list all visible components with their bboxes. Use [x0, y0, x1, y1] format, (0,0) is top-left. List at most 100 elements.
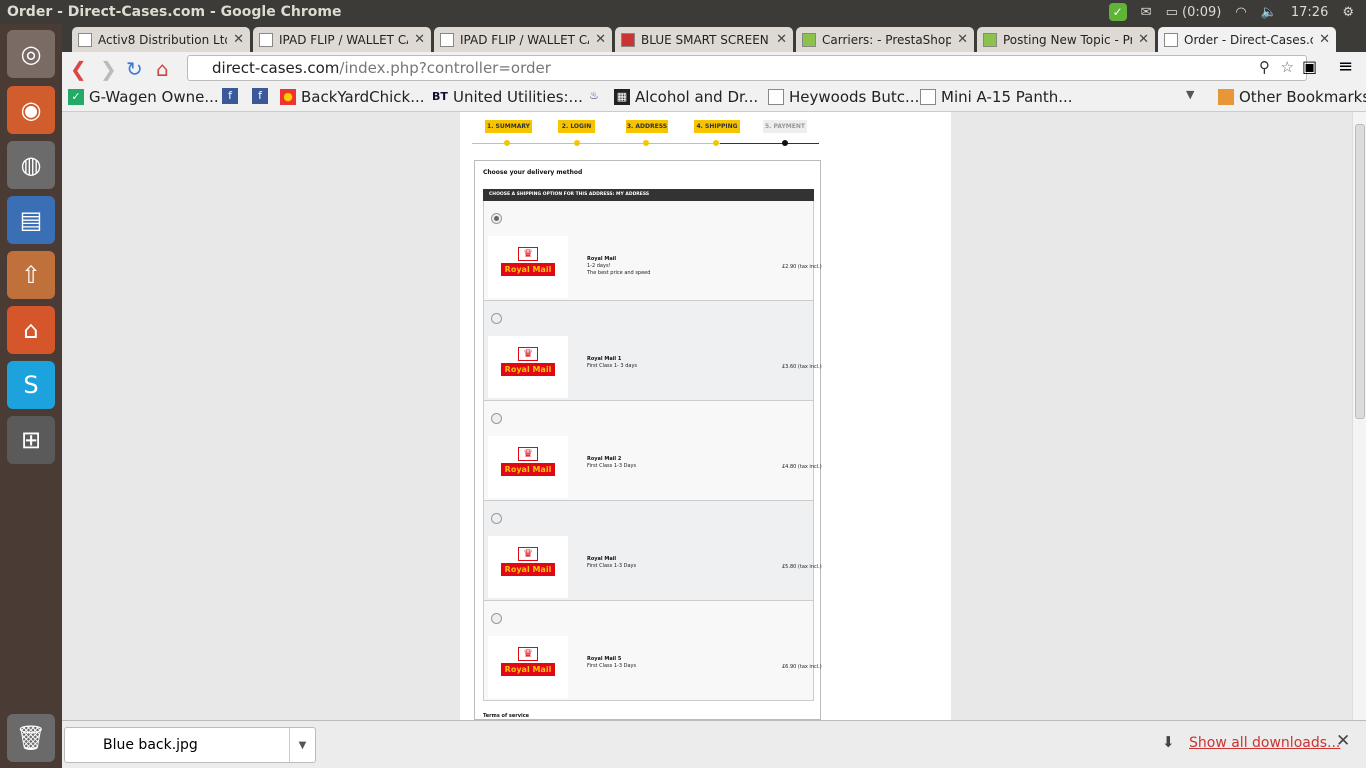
piri-icon: ♨ [589, 89, 599, 102]
page-icon [259, 32, 273, 47]
carrier-description: First Class 1-3 Days [587, 663, 636, 670]
crown-icon: ♛ [518, 647, 538, 661]
gear-icon[interactable]: ⚙ [1342, 5, 1354, 20]
reload-icon[interactable]: ↻ [126, 57, 143, 81]
carrier-delay: First Class 1-3 Days [587, 563, 637, 569]
carrier-name: Royal Mail 1 [587, 356, 622, 362]
carrier-radio[interactable] [491, 513, 502, 524]
tab-blue-smart-screen[interactable]: BLUE SMART SCREEN C ✕ [615, 27, 793, 52]
checkmark-icon: ✓ [68, 89, 84, 105]
chevron-down-icon[interactable]: ▼ [289, 728, 315, 762]
close-icon[interactable]: ✕ [233, 32, 244, 47]
star-icon[interactable]: ☆ [1281, 58, 1294, 76]
carrier-delay: First Class 1-3 Days [587, 463, 637, 469]
back-icon[interactable]: ❮ [70, 57, 87, 81]
page-viewport: 1. SUMMARY 2. LOGIN 3. ADDRESS 4. SHIPPI… [62, 112, 1352, 720]
shipping-option[interactable]: ♛ Royal Mail Royal Mail First Class 1-3 D… [483, 501, 822, 601]
close-icon[interactable]: ✕ [1336, 731, 1350, 751]
forward-icon[interactable]: ❯ [100, 57, 117, 81]
wifi-icon[interactable]: ◠ [1235, 5, 1246, 20]
bookmark-heywoods[interactable]: Heywoods Butc... [768, 88, 919, 106]
bookmark-g-wagen[interactable]: ✓ G-Wagen Owne... [68, 88, 219, 106]
bookmark-mini-a15[interactable]: Mini A-15 Panth... [920, 88, 1073, 106]
download-item[interactable]: Blue back.jpg ▼ [64, 727, 316, 763]
workspace-icon[interactable]: ⊞ [7, 416, 55, 464]
upload-icon[interactable]: ⇧ [7, 251, 55, 299]
shipping-option[interactable]: ♛ Royal Mail Royal Mail 1 First Class 1- … [483, 301, 822, 401]
tab-label: IPAD FLIP / WALLET CA [279, 32, 409, 47]
shipping-option[interactable]: ♛ Royal Mail Royal Mail 2 First Class 1-3… [483, 401, 822, 501]
tab-ipad-flip-2[interactable]: IPAD FLIP / WALLET CA ✕ [434, 27, 612, 52]
show-all-downloads-link[interactable]: Show all downloads... [1189, 735, 1340, 751]
tab-ipad-flip-1[interactable]: IPAD FLIP / WALLET CA ✕ [253, 27, 431, 52]
carrier-radio[interactable] [491, 613, 502, 624]
download-arrow-icon: ⬇ [1162, 733, 1175, 751]
tab-label: IPAD FLIP / WALLET CA [460, 32, 590, 47]
bookmarks-overflow-icon[interactable]: ▼ [1186, 88, 1194, 101]
shipping-option[interactable]: ♛ Royal Mail Royal Mail 5 First Class 1-3… [483, 601, 822, 701]
disc-icon[interactable]: ◍ [7, 141, 55, 189]
vertical-scrollbar[interactable] [1352, 112, 1366, 720]
royal-mail-logo: ♛ Royal Mail [488, 636, 568, 698]
system-top-bar: Order - Direct-Cases.com - Google Chrome… [0, 0, 1366, 24]
chrome-icon[interactable]: ◉ [7, 86, 55, 134]
other-bookmarks[interactable]: Other Bookmarks [1218, 88, 1366, 106]
close-icon[interactable]: ✕ [1319, 32, 1330, 47]
address-bar[interactable]: direct-cases.com/index.php?controller=or… [187, 55, 1307, 81]
search-icon[interactable]: ⚲ [1259, 58, 1270, 76]
launcher: ◎ ◉ ◍ ▤ ⇧ ⌂ S ⊞ 🗑 [0, 24, 62, 768]
volume-icon[interactable]: 🔈 [1261, 5, 1277, 20]
tab-strip: Activ8 Distribution Ltd ✕ IPAD FLIP / WAL… [62, 24, 1366, 52]
close-icon[interactable]: ✕ [957, 32, 968, 47]
carrier-radio[interactable] [491, 313, 502, 324]
close-icon[interactable]: ✕ [595, 32, 606, 47]
extension-icon[interactable]: ▣ [1302, 57, 1317, 76]
window-title: Order - Direct-Cases.com - Google Chrome [7, 4, 342, 20]
menu-icon[interactable]: ≡ [1338, 56, 1353, 77]
carrier-radio[interactable] [491, 213, 502, 224]
bookmark-united-utilities[interactable]: BT United Utilities:... [432, 88, 583, 106]
update-icon[interactable]: ✓ [1108, 3, 1127, 21]
ubuntu-dash-icon[interactable]: ◎ [7, 30, 55, 78]
bookmark-facebook-1[interactable]: f [222, 88, 243, 104]
close-icon[interactable]: ✕ [1138, 32, 1149, 47]
address-path: /index.php?controller=order [339, 59, 551, 77]
tab-order-direct-cases[interactable]: Order - Direct-Cases.co ✕ [1158, 27, 1336, 52]
step-shipping[interactable]: 4. SHIPPING [694, 120, 740, 133]
chicken-icon: ● [280, 89, 296, 105]
carrier-radio[interactable] [491, 413, 502, 424]
battery-icon[interactable]: ▭ (0:09) [1166, 5, 1222, 20]
home-icon[interactable]: ⌂ [156, 57, 169, 81]
bookmark-facebook-2[interactable]: f [252, 88, 273, 104]
battery-time: (0:09) [1182, 4, 1222, 20]
carrier-description: First Class 1-3 Days [587, 463, 636, 470]
page-icon [78, 32, 92, 47]
step-summary[interactable]: 1. SUMMARY [485, 120, 532, 133]
trash-icon[interactable]: 🗑 [7, 714, 55, 762]
scrollbar-thumb[interactable] [1355, 124, 1365, 419]
mail-icon[interactable]: ✉ [1141, 5, 1152, 20]
page-icon [768, 89, 784, 105]
tab-posting-new-topic[interactable]: Posting New Topic - Pre ✕ [977, 27, 1155, 52]
tab-carriers-prestashop[interactable]: Carriers: - PrestaShop™ ✕ [796, 27, 974, 52]
bookmark-alcohol[interactable]: ▦ Alcohol and Dr... [614, 88, 758, 106]
close-icon[interactable]: ✕ [414, 32, 425, 47]
carrier-price: £6.90 (tax incl.) [782, 664, 822, 670]
step-login[interactable]: 2. LOGIN [558, 120, 595, 133]
home-folder-icon[interactable]: ⌂ [7, 306, 55, 354]
bookmark-piri[interactable]: ♨ [586, 88, 607, 104]
facebook-icon: f [252, 88, 268, 104]
delivery-title: Choose your delivery method [483, 169, 583, 176]
download-filename: Blue back.jpg [103, 737, 198, 753]
tab-label: BLUE SMART SCREEN C [641, 32, 771, 47]
shipping-option[interactable]: ♛ Royal Mail Royal Mail 1-2 days! The best… [483, 201, 822, 301]
close-icon[interactable]: ✕ [776, 32, 787, 47]
tab-activ8[interactable]: Activ8 Distribution Ltd ✕ [72, 27, 250, 52]
document-icon[interactable]: ▤ [7, 196, 55, 244]
bookmark-label: Heywoods Butc... [789, 88, 920, 106]
skype-icon[interactable]: S [7, 361, 55, 409]
bookmark-backyardchick[interactable]: ● BackYardChick... [280, 88, 425, 106]
clock[interactable]: 17:26 [1291, 5, 1328, 20]
step-address[interactable]: 3. ADDRESS [626, 120, 668, 133]
tab-label: Order - Direct-Cases.co [1184, 32, 1314, 47]
